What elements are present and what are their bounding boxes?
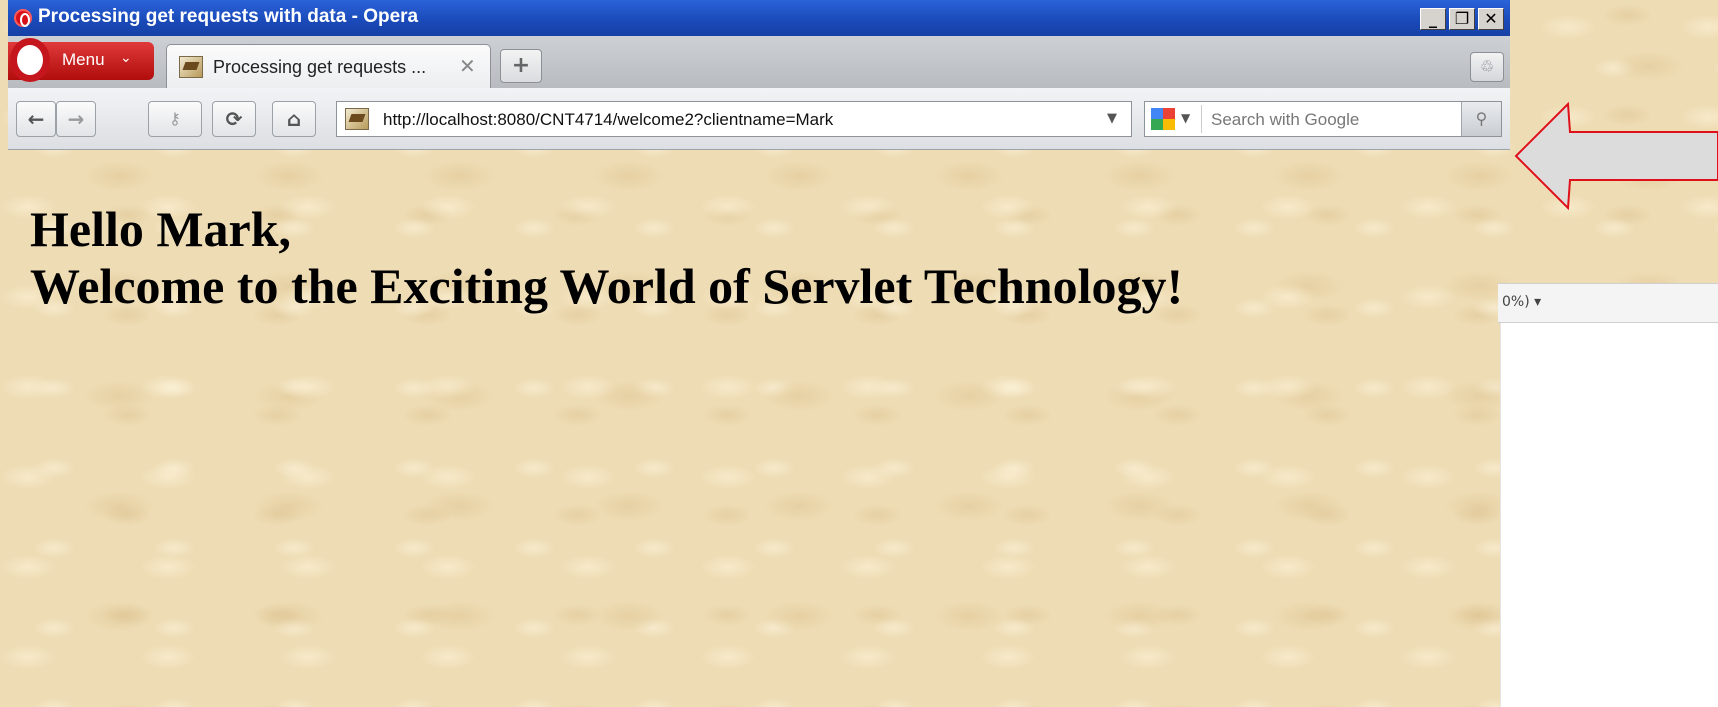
tab-bar: Menu ⌄ Processing get requests ... ✕ + ♲ (8, 36, 1510, 88)
google-icon[interactable] (1151, 108, 1175, 130)
zoom-dropdown-partial: 0%) ▾ (1498, 283, 1718, 323)
greeting-line-1: Hello Mark, (30, 201, 292, 257)
address-text: http://localhost:8080/CNT4714/welcome2?c… (383, 110, 834, 129)
title-bar: Processing get requests with data - Oper… (8, 0, 1510, 36)
trash-icon[interactable]: ♲ (1470, 52, 1504, 82)
key-icon[interactable]: ⚷ (148, 101, 202, 137)
callout-arrow-icon (1514, 101, 1718, 211)
chevron-down-icon: ⌄ (120, 50, 132, 66)
maximize-button[interactable]: ❐ (1449, 8, 1475, 30)
partial-panel (1500, 323, 1718, 707)
search-field[interactable]: ▼ Search with Google ⚲ (1144, 101, 1502, 137)
tab-active[interactable]: Processing get requests ... ✕ (166, 44, 491, 88)
close-button[interactable]: ✕ (1478, 8, 1504, 30)
address-bar[interactable]: http://localhost:8080/CNT4714/welcome2?c… (336, 101, 1132, 137)
divider (1201, 105, 1202, 133)
browser-window: Processing get requests with data - Oper… (8, 0, 1510, 707)
window-title: Processing get requests with data - Oper… (38, 6, 419, 27)
page-favicon-icon (179, 56, 203, 78)
opera-menu-button[interactable]: Menu ⌄ (8, 38, 154, 82)
minimize-button[interactable]: _ (1420, 8, 1446, 30)
window-controls: _ ❐ ✕ (1420, 8, 1504, 30)
chevron-down-icon[interactable]: ▼ (1181, 111, 1190, 125)
chevron-down-icon[interactable]: ▼ (1107, 111, 1117, 126)
search-placeholder: Search with Google (1211, 110, 1360, 129)
page-heading: Hello Mark, Welcome to the Exciting Worl… (30, 201, 1183, 315)
new-tab-button[interactable]: + (500, 49, 542, 83)
page-favicon-icon (345, 108, 369, 130)
menu-label: Menu (62, 50, 105, 69)
tab-title: Processing get requests ... (213, 57, 427, 77)
tab-close-icon[interactable]: ✕ (459, 54, 476, 78)
navigation-toolbar: ← → ⚷ ⟳ ⌂ http://localhost:8080/CNT4714/… (8, 88, 1510, 150)
greeting-line-2: Welcome to the Exciting World of Servlet… (30, 258, 1184, 314)
page-content: Hello Mark, Welcome to the Exciting Worl… (8, 151, 1510, 707)
back-icon[interactable]: ← (16, 101, 56, 137)
forward-icon[interactable]: → (56, 101, 96, 137)
opera-logo-icon (10, 38, 50, 82)
home-icon[interactable]: ⌂ (272, 101, 316, 137)
search-icon[interactable]: ⚲ (1461, 102, 1501, 136)
opera-logo-icon (14, 9, 32, 27)
reload-icon[interactable]: ⟳ (212, 101, 256, 137)
